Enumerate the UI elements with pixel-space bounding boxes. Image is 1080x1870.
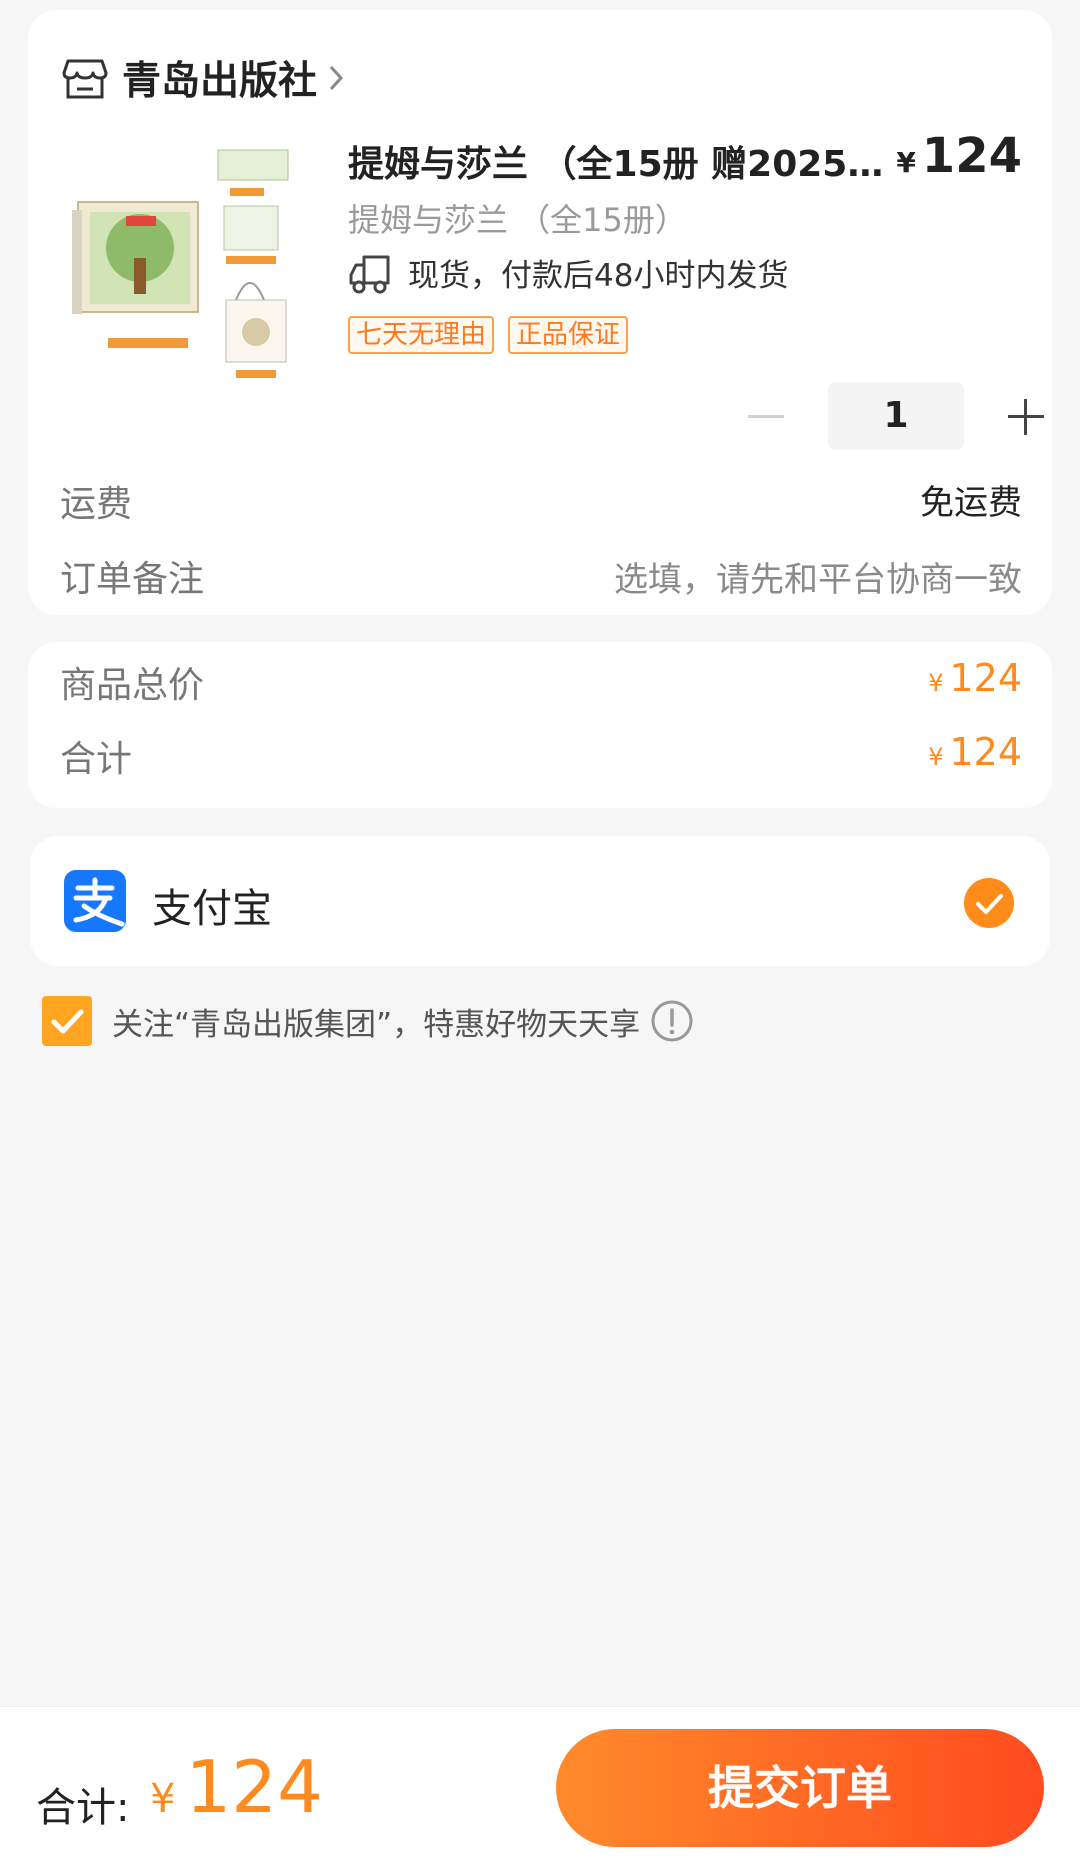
order-note-input[interactable]: 选填，请先和平台协商一致 bbox=[614, 552, 1022, 601]
service-badges: 七天无理由 正品保证 bbox=[348, 316, 642, 354]
selected-check-icon[interactable] bbox=[964, 878, 1014, 928]
shipping-fee-value: 免运费 bbox=[920, 483, 1022, 523]
store-name: 青岛出版社 bbox=[122, 59, 318, 104]
price-symbol: ¥ bbox=[896, 146, 916, 179]
sum-amount: 124 bbox=[949, 730, 1022, 774]
quantity-stepper: 1 bbox=[718, 382, 1074, 450]
follow-store-option: 关注“青岛出版集团”，特惠好物天天享 bbox=[42, 996, 694, 1046]
chevron-right-icon bbox=[329, 65, 344, 91]
goods-total-value: ¥124 bbox=[928, 656, 1022, 700]
quantity-increase-button[interactable] bbox=[978, 382, 1074, 450]
follow-checkbox[interactable] bbox=[42, 996, 92, 1046]
product-price: ¥124 bbox=[896, 128, 1022, 184]
sum-label: 合计 bbox=[60, 739, 133, 780]
footer-total-amount: 124 bbox=[185, 1745, 323, 1829]
price-value: 124 bbox=[921, 128, 1022, 184]
sum-symbol: ¥ bbox=[928, 743, 944, 771]
payment-method-label: 支付宝 bbox=[152, 886, 272, 932]
product-title[interactable]: 提姆与莎兰 （全15册 赠2025… bbox=[348, 135, 928, 187]
goods-total-label: 商品总价 bbox=[60, 665, 205, 706]
badge-genuine: 正品保证 bbox=[508, 316, 629, 354]
shipping-text: 现货，付款后48小时内发货 bbox=[408, 258, 789, 294]
footer-total-symbol: ¥ bbox=[150, 1776, 176, 1822]
alipay-icon bbox=[64, 870, 126, 932]
quantity-decrease-button[interactable] bbox=[718, 382, 814, 450]
info-icon[interactable] bbox=[650, 999, 694, 1043]
product-subtitle: 提姆与莎兰 （全15册） bbox=[348, 201, 687, 239]
store-header[interactable]: 青岛出版社 bbox=[60, 50, 345, 106]
footer-total-label: 合计: bbox=[36, 1785, 130, 1831]
footer-total-price: ¥124 bbox=[150, 1745, 323, 1829]
product-image[interactable] bbox=[68, 140, 308, 390]
follow-text: 关注“青岛出版集团”，特惠好物天天享 bbox=[112, 1006, 641, 1043]
payment-method-alipay[interactable]: 支付宝 bbox=[30, 836, 1050, 966]
shipping-fee-label: 运费 bbox=[60, 484, 133, 525]
price-summary-card: 商品总价 ¥124 合计 ¥124 bbox=[28, 642, 1052, 808]
badge-seven-day-return: 七天无理由 bbox=[348, 316, 495, 354]
goods-total-amount: 124 bbox=[949, 656, 1022, 700]
goods-total-symbol: ¥ bbox=[928, 669, 944, 697]
submit-order-button[interactable]: 提交订单 bbox=[556, 1729, 1044, 1847]
checkout-bar: 合计: ¥124 提交订单 bbox=[0, 1706, 1080, 1870]
truck-icon bbox=[349, 255, 390, 293]
order-note-label: 订单备注 bbox=[60, 559, 205, 600]
store-order-card: 青岛出版社 提姆与莎兰 （全15册 赠2025… ¥124 提姆与莎兰 （全15… bbox=[28, 10, 1052, 615]
shipping-info: 现货，付款后48小时内发货 bbox=[348, 250, 788, 295]
quantity-input[interactable]: 1 bbox=[828, 382, 964, 450]
shop-icon bbox=[62, 59, 108, 99]
sum-value: ¥124 bbox=[928, 730, 1022, 774]
